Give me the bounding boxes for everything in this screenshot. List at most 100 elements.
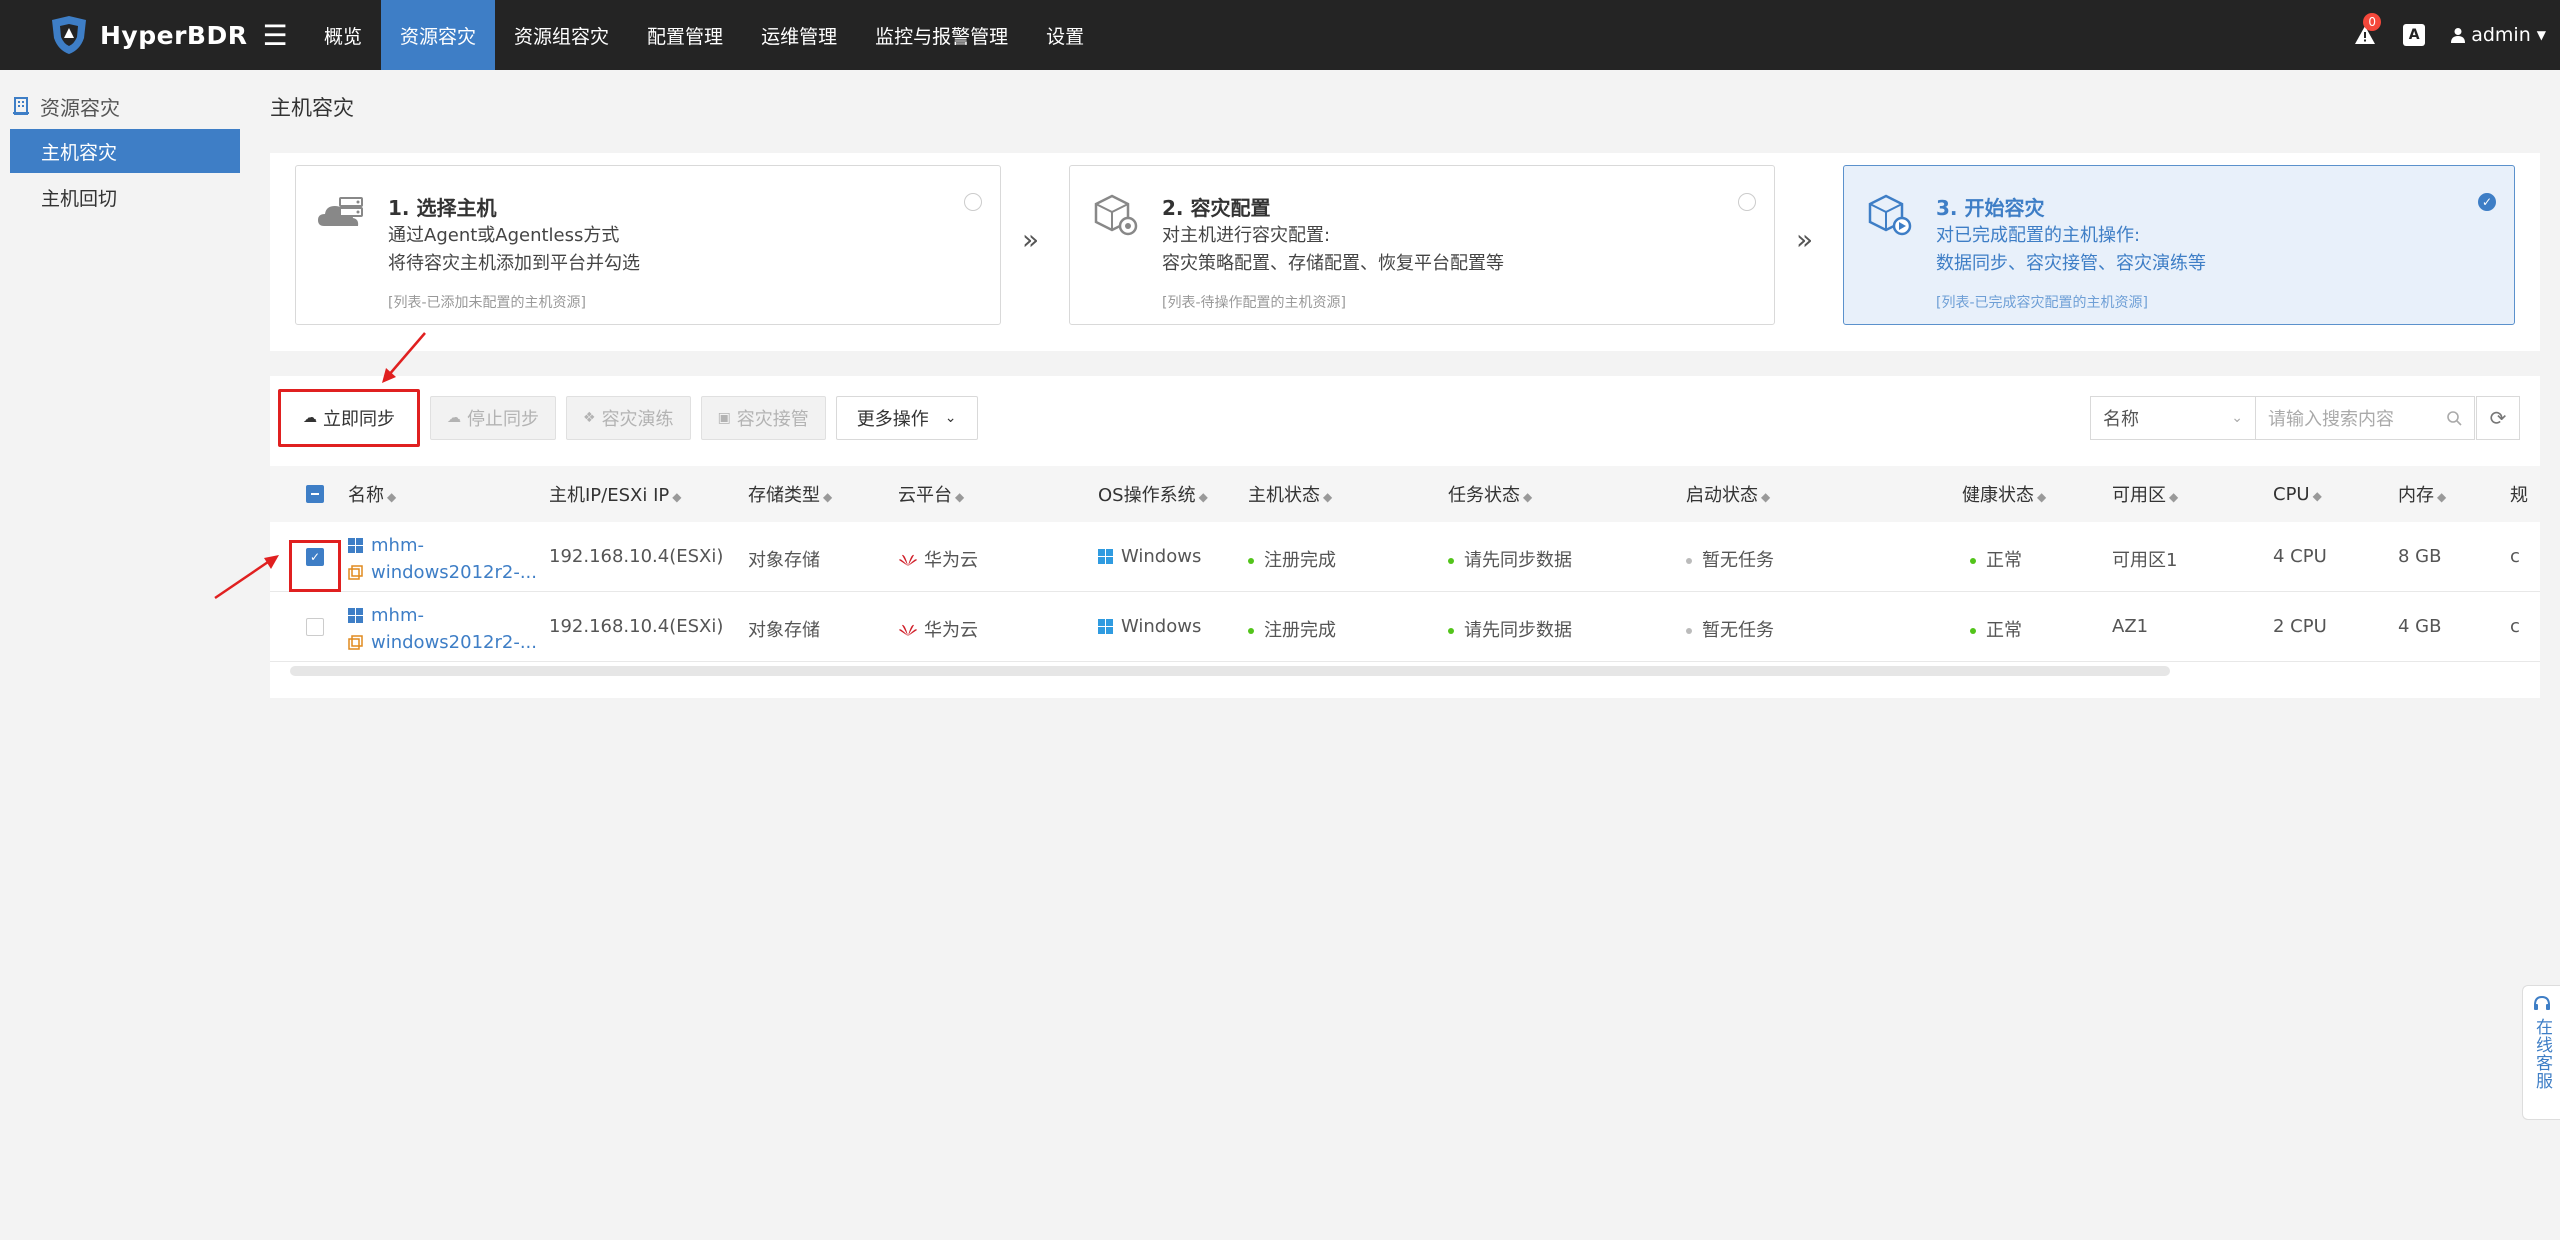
storage-type: 对象存储 (748, 550, 820, 571)
main-nav: 概览 资源容灾 资源组容灾 配置管理 运维管理 监控与报警管理 设置 (305, 0, 1103, 70)
select-all-checkbox[interactable] (306, 485, 324, 503)
huawei-icon (899, 624, 917, 636)
shield-logo-icon (52, 16, 86, 54)
step-desc-line: 对已完成配置的主机操作: (1936, 225, 2141, 246)
cube-icon: ❖ (583, 410, 596, 426)
step-desc-line: 数据同步、容灾接管、容灾演练等 (1936, 253, 2206, 274)
search-field-value: 名称 (2103, 409, 2139, 430)
memory: 4 GB (2398, 616, 2442, 637)
spec: c (2510, 616, 2520, 637)
step-title: 1. 选择主机 (388, 196, 497, 220)
search-input[interactable]: 请输入搜索内容 (2255, 396, 2475, 440)
sync-now-button[interactable]: ☁ 立即同步 (278, 389, 420, 447)
nav-item-config[interactable]: 配置管理 (628, 0, 742, 70)
page-title: 主机容灾 (270, 96, 354, 120)
stop-sync-label: 停止同步 (467, 409, 539, 430)
storage-type: 对象存储 (748, 620, 820, 641)
stop-sync-button[interactable]: ☁ 停止同步 (430, 396, 556, 440)
logo[interactable]: HyperBDR (0, 0, 255, 70)
col-task-status[interactable]: 任务状态 ◆ (1448, 481, 1532, 507)
double-chevron-right-icon: » (1022, 223, 1040, 256)
app-name: HyperBDR (100, 20, 248, 50)
cloud-platform: 华为云 (898, 616, 978, 642)
dr-drill-button[interactable]: ❖ 容灾演练 (566, 396, 691, 440)
sidebar: 资源容灾 主机容灾 主机回切 (0, 70, 255, 1240)
host-ip: 192.168.10.4(ESXi) (549, 546, 724, 567)
alert-button[interactable]: 0 (2353, 13, 2382, 47)
col-storage[interactable]: 存储类型 ◆ (748, 481, 832, 507)
status-dot (1248, 628, 1254, 634)
step-title: 2. 容灾配置 (1162, 196, 1271, 220)
more-actions-label: 更多操作 (856, 409, 929, 430)
menu-toggle-icon[interactable]: ☰ (255, 0, 295, 70)
status-dot (1686, 558, 1692, 564)
zone: 可用区1 (2112, 550, 2178, 571)
status-dot (1448, 628, 1454, 634)
nav-item-settings[interactable]: 设置 (1027, 0, 1103, 70)
nav-item-overview[interactable]: 概览 (305, 0, 381, 70)
search-field-select[interactable]: 名称 ⌄ (2090, 396, 2255, 440)
windows-icon (1098, 549, 1113, 564)
steps-card: 1. 选择主机 通过Agent或Agentless方式 将待容灾主机添加到平台并… (270, 153, 2540, 351)
cpu: 4 CPU (2273, 546, 2327, 567)
col-boot-status[interactable]: 启动状态 ◆ (1686, 481, 1770, 507)
step-start-dr[interactable]: 3. 开始容灾 对已完成配置的主机操作: 数据同步、容灾接管、容灾演练等 [列表… (1843, 165, 2515, 325)
status-dot (1686, 628, 1692, 634)
step-select-host[interactable]: 1. 选择主机 通过Agent或Agentless方式 将待容灾主机添加到平台并… (295, 165, 1001, 325)
sidebar-item-host-failback[interactable]: 主机回切 (10, 175, 240, 219)
sidebar-item-host-dr[interactable]: 主机容灾 (10, 129, 240, 173)
user-menu[interactable]: admin ▼ (2451, 24, 2546, 46)
boot-status: 暂无任务 (1686, 546, 1774, 572)
boot-status: 暂无任务 (1686, 616, 1774, 642)
step-dr-config[interactable]: 2. 容灾配置 对主机进行容灾配置: 容灾策略配置、存储配置、恢复平台配置等 [… (1069, 165, 1775, 325)
start-cube-icon (1868, 194, 1912, 236)
online-service-button[interactable]: 在线客服 (2522, 985, 2560, 1120)
col-memory[interactable]: 内存 ◆ (2398, 481, 2446, 507)
row-checkbox[interactable] (306, 618, 324, 636)
col-os[interactable]: OS操作系统 ◆ (1098, 481, 1208, 507)
step-radio[interactable] (964, 193, 982, 211)
step-desc: 对已完成配置的主机操作: 数据同步、容灾接管、容灾演练等 (1936, 222, 2206, 278)
nav-item-resource-group-dr[interactable]: 资源组容灾 (495, 0, 628, 70)
step-radio[interactable] (1738, 193, 1756, 211)
host-name-link[interactable]: mhm- windows2012r2-... (348, 532, 537, 586)
horizontal-scrollbar[interactable] (290, 666, 2170, 676)
task-status: 请先同步数据 (1448, 546, 1572, 572)
col-ip[interactable]: 主机IP/ESXi IP ◆ (549, 481, 681, 507)
col-cpu[interactable]: CPU ◆ (2273, 484, 2322, 505)
nav-item-ops[interactable]: 运维管理 (742, 0, 856, 70)
col-cloud[interactable]: 云平台 ◆ (898, 481, 964, 507)
step-desc-line: 通过Agent或Agentless方式 (388, 225, 620, 246)
host-name-link[interactable]: mhm- windows2012r2-... (348, 602, 537, 656)
more-actions-dropdown[interactable]: 更多操作 ⌄ (835, 396, 978, 440)
col-spec[interactable]: 规 (2510, 481, 2528, 507)
search-icon[interactable] (2446, 410, 2462, 426)
refresh-button[interactable]: ⟳ (2476, 396, 2520, 440)
cloud-icon: ☁ (447, 410, 461, 426)
step-desc: 对主机进行容灾配置: 容灾策略配置、存储配置、恢复平台配置等 (1162, 222, 1504, 278)
alert-count-badge: 0 (2363, 13, 2382, 31)
zone: AZ1 (2112, 616, 2149, 637)
table-row[interactable]: mhm- windows2012r2-... 192.168.10.4(ESXi… (270, 592, 2540, 662)
nav-item-monitoring[interactable]: 监控与报警管理 (856, 0, 1027, 70)
cpu: 2 CPU (2273, 616, 2327, 637)
nav-item-resource-dr[interactable]: 资源容灾 (381, 0, 496, 70)
col-health[interactable]: 健康状态 ◆ (1962, 481, 2046, 507)
dr-takeover-button[interactable]: ▣ 容灾接管 (700, 396, 826, 440)
table-row[interactable]: ✓ mhm- windows2012r2-... 192.168.10.4(ES… (270, 522, 2540, 592)
cloud-sync-icon: ☁ (303, 410, 317, 426)
col-zone[interactable]: 可用区 ◆ (2112, 481, 2178, 507)
step-radio-checked[interactable]: ✓ (2478, 193, 2496, 211)
step-desc-line: 容灾策略配置、存储配置、恢复平台配置等 (1162, 253, 1504, 274)
language-icon[interactable]: A (2403, 24, 2426, 46)
status-dot (1970, 558, 1976, 564)
caret-down-icon: ▼ (2536, 28, 2546, 42)
step-desc-line: 对主机进行容灾配置: (1162, 225, 1331, 246)
col-host-status[interactable]: 主机状态 ◆ (1248, 481, 1332, 507)
dr-drill-label: 容灾演练 (601, 409, 674, 430)
task-status: 请先同步数据 (1448, 616, 1572, 642)
windows-icon (348, 608, 363, 623)
col-name[interactable]: 名称 ◆ (348, 481, 396, 507)
huawei-icon (899, 554, 917, 566)
host-table-card: ☁ 立即同步 ☁ 停止同步 ❖ 容灾演练 ▣ 容灾接管 更多操作 ⌄ 名称 ⌄ … (270, 376, 2540, 698)
